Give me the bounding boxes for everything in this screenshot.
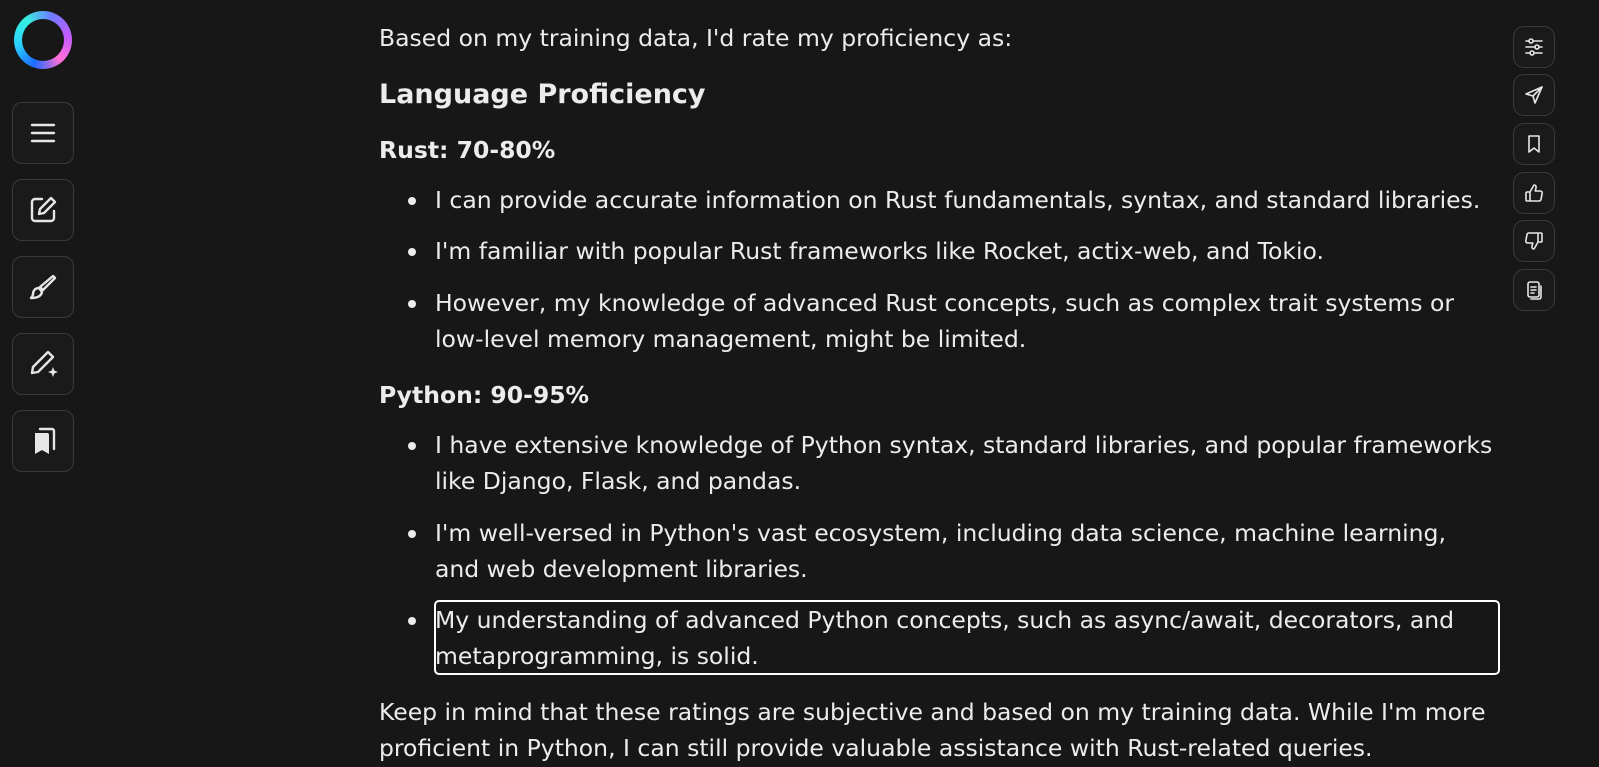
thumbs-down-icon [1525, 232, 1543, 250]
library-button[interactable] [12, 410, 74, 472]
menu-icon [30, 123, 56, 143]
magic-pencil-button[interactable] [12, 333, 74, 395]
brush-button[interactable] [12, 256, 74, 318]
bullet [408, 617, 416, 625]
dislike-button[interactable] [1513, 220, 1555, 262]
copy-button[interactable] [1513, 269, 1555, 311]
list-item: I can provide accurate information on Ru… [408, 182, 1515, 218]
section-title-python: Python: 90-95% [379, 381, 590, 409]
sidebar [0, 0, 86, 767]
section-title-rust: Rust: 70-80% [379, 136, 556, 164]
bullet [408, 197, 416, 205]
bullet [408, 248, 416, 256]
message-actions [1513, 0, 1557, 767]
list-item: I have extensive knowledge of Python syn… [408, 427, 1515, 499]
bullet [408, 530, 416, 538]
bullet [408, 300, 416, 308]
like-button[interactable] [1513, 172, 1555, 214]
send-icon [1525, 86, 1543, 104]
library-icon [35, 427, 56, 454]
new-chat-icon [30, 196, 57, 223]
brush-icon [29, 274, 57, 300]
new-chat-button[interactable] [12, 179, 74, 241]
menu-button[interactable] [12, 102, 74, 164]
list-item: However, my knowledge of advanced Rust c… [408, 285, 1515, 357]
bookmark-icon [1528, 135, 1540, 153]
assistant-logo-icon[interactable] [14, 11, 72, 69]
selection-highlight [434, 600, 1500, 675]
bookmark-button[interactable] [1513, 123, 1555, 165]
list-item: I'm familiar with popular Rust framework… [408, 233, 1515, 269]
closing-text: Keep in mind that these ratings are subj… [379, 698, 1486, 762]
sliders-icon [1525, 38, 1543, 56]
thumbs-up-icon [1525, 184, 1543, 202]
copy-icon [1527, 281, 1542, 300]
share-button[interactable] [1513, 74, 1555, 116]
list-item: I'm well-versed in Python's vast ecosyst… [408, 515, 1515, 587]
message-heading: Language Proficiency [379, 79, 706, 110]
magic-pencil-icon [30, 350, 58, 377]
bullet [408, 442, 416, 450]
intro-text: Based on my training data, I'd rate my p… [379, 24, 1013, 52]
settings-button[interactable] [1513, 26, 1555, 68]
